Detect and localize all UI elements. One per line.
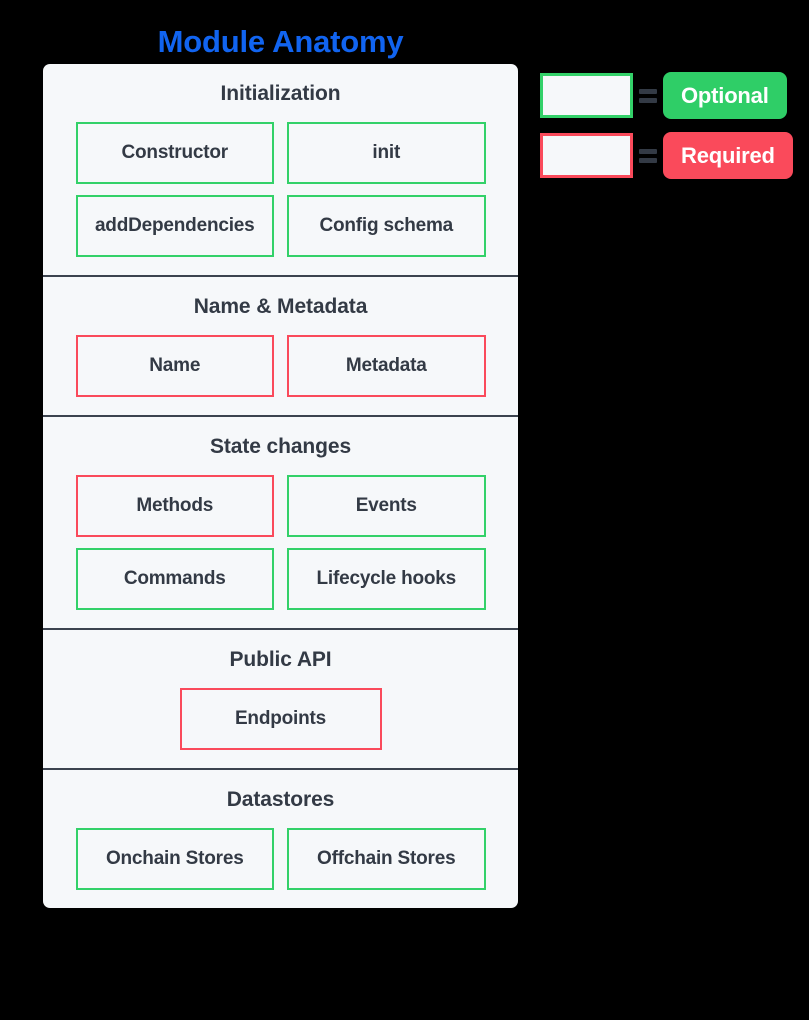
- section-title: Name & Metadata: [193, 295, 368, 318]
- sections-container: Initialization Constructor init addDependen…: [43, 64, 518, 908]
- item-box-endpoints[interactable]: Endpoints: [179, 688, 382, 750]
- item-box-name[interactable]: Name: [75, 335, 274, 397]
- module-anatomy-card: Initialization Constructor init addDependen…: [43, 64, 518, 908]
- legend-row-required: Required: [540, 132, 793, 179]
- section-title: State changes: [209, 435, 352, 458]
- section-title: Public API: [229, 648, 332, 671]
- item-grid: Constructor init addDependencies Config sch…: [75, 122, 486, 257]
- item-box-lifecycle-hooks[interactable]: Lifecycle hooks: [287, 548, 486, 610]
- equals-icon: [639, 148, 657, 163]
- legend-pill-required: Required: [663, 132, 793, 179]
- item-box-init[interactable]: init: [287, 122, 486, 184]
- legend-pill-optional: Optional: [663, 72, 787, 119]
- item-box-methods[interactable]: Methods: [75, 475, 274, 537]
- equals-icon: [639, 88, 657, 103]
- item-box-offchain-stores[interactable]: Offchain Stores: [287, 828, 486, 890]
- legend-swatch-optional: [540, 73, 633, 118]
- section-initialization: Initialization Constructor init addDependen…: [43, 64, 518, 275]
- section-title: Initialization: [220, 82, 341, 105]
- section-title: Datastores: [226, 788, 335, 811]
- legend-rows-container: Optional Required: [540, 72, 793, 179]
- legend-row-optional: Optional: [540, 72, 790, 119]
- section-state-changes: State changes Methods Events Commands Lifecy…: [43, 415, 518, 628]
- item-box-config-schema[interactable]: Config schema: [287, 195, 486, 257]
- item-grid: Endpoints: [75, 688, 486, 750]
- section-name-metadata: Name & Metadata Name Metadata: [43, 275, 518, 415]
- item-grid: Name Metadata: [75, 335, 486, 397]
- diagram-canvas: Module Anatomy Initialization Constructor…: [0, 0, 809, 1020]
- section-public-api: Public API Endpoints: [43, 628, 518, 768]
- item-box-constructor[interactable]: Constructor: [75, 122, 274, 184]
- item-box-adddependencies[interactable]: addDependencies: [75, 195, 274, 257]
- item-box-onchain-stores[interactable]: Onchain Stores: [75, 828, 274, 890]
- item-box-commands[interactable]: Commands: [75, 548, 274, 610]
- item-grid: Onchain Stores Offchain Stores: [75, 828, 486, 890]
- section-datastores: Datastores Onchain Stores Offchain Stores: [43, 768, 518, 908]
- item-grid: Methods Events Commands Lifecycle hooks: [75, 475, 486, 610]
- legend: Optional Required: [540, 72, 793, 192]
- legend-swatch-required: [540, 133, 633, 178]
- item-box-metadata[interactable]: Metadata: [287, 335, 486, 397]
- page-title: Module Anatomy: [157, 24, 404, 59]
- item-box-events[interactable]: Events: [287, 475, 486, 537]
